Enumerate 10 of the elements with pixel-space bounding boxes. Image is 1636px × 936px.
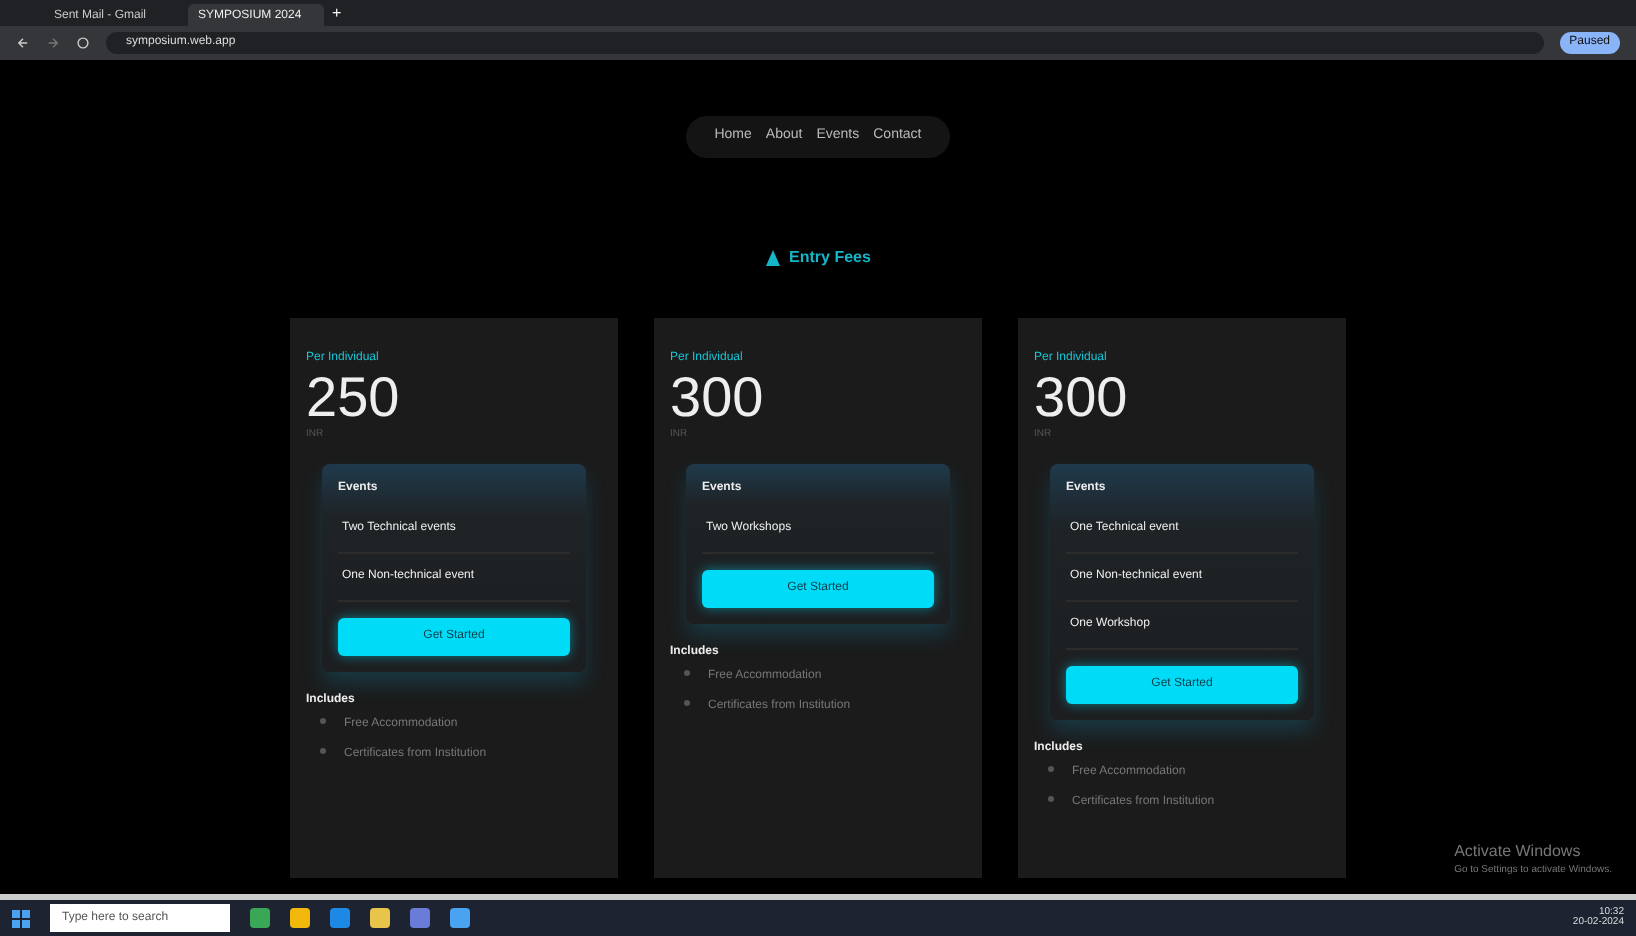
reload-icon[interactable]: [76, 36, 90, 50]
back-icon[interactable]: [16, 36, 30, 50]
start-icon[interactable]: [12, 909, 30, 927]
plan-price: 300: [670, 367, 766, 429]
plan-price: 300: [1034, 367, 1130, 429]
forward-icon[interactable]: [46, 36, 60, 50]
plan-price: 250: [306, 367, 402, 429]
new-tab-button[interactable]: +: [332, 2, 342, 26]
activation-title: Activate Windows: [1454, 839, 1583, 863]
section-heading: Entry Fees: [789, 245, 871, 269]
